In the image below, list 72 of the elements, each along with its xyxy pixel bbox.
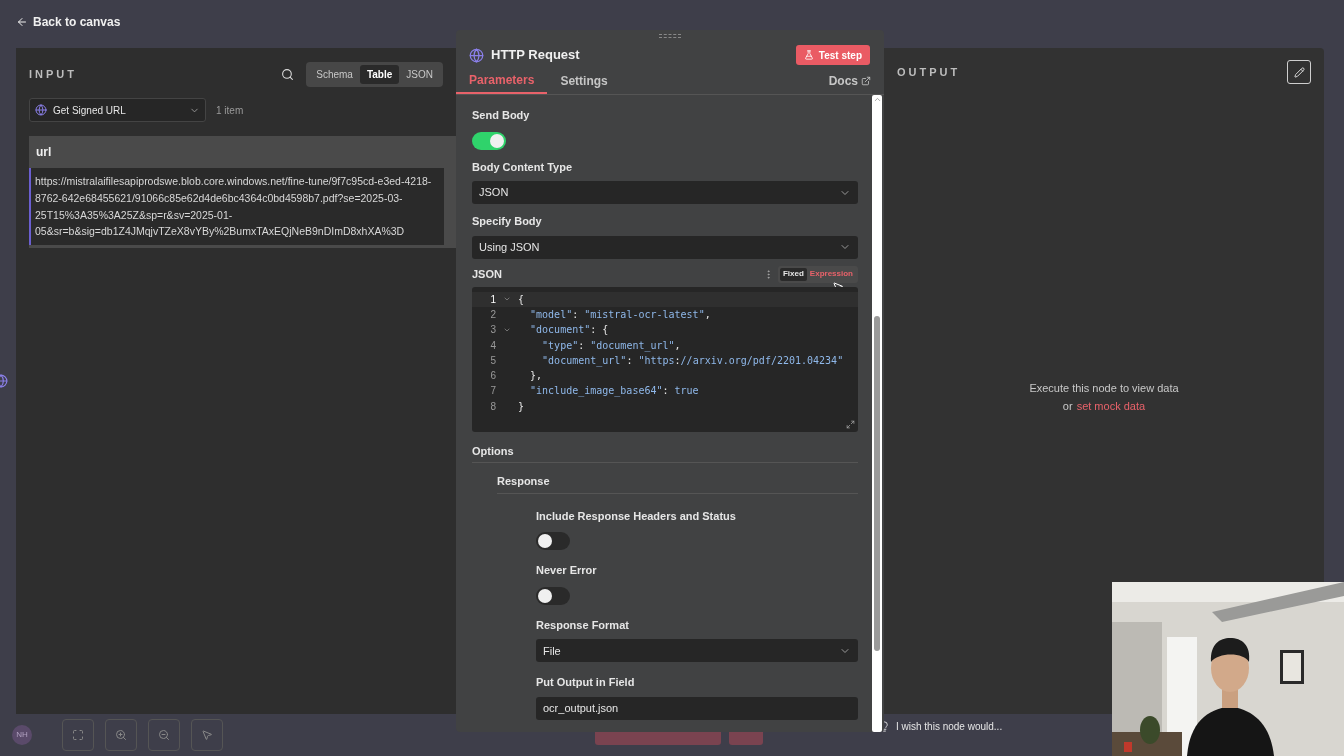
globe-icon — [469, 47, 484, 63]
zoom-out-button[interactable] — [148, 719, 180, 751]
globe-icon — [35, 104, 47, 116]
code-line: }, — [529, 369, 543, 384]
field-label: Include Response Headers and Status — [536, 508, 736, 524]
section-title: Options — [472, 442, 858, 464]
external-link-icon — [861, 76, 871, 86]
fit-view-button[interactable] — [62, 719, 94, 751]
select-field[interactable]: Using JSON — [472, 235, 858, 259]
line-number: 4 — [489, 338, 496, 353]
select-field[interactable]: File — [536, 639, 858, 663]
search-icon[interactable] — [281, 68, 295, 81]
toggle-switch[interactable] — [536, 586, 570, 605]
view-tab[interactable]: Schema — [309, 65, 360, 84]
pointer-icon — [201, 729, 213, 741]
edit-button[interactable] — [1287, 60, 1311, 84]
toggle-switch[interactable] — [472, 131, 506, 150]
back-link[interactable]: Back to canvas — [16, 13, 121, 31]
pointer-button[interactable] — [191, 719, 223, 751]
resize-icon[interactable] — [846, 419, 855, 429]
panel-title: INPUT — [29, 67, 77, 83]
node-select[interactable]: Get Signed URL — [29, 98, 206, 122]
line-number: 5 — [489, 353, 496, 368]
code-line: "type": "document_url", — [541, 338, 681, 353]
view-tab[interactable]: Table — [359, 65, 400, 84]
zoom-out-icon — [158, 729, 170, 741]
pencil-icon — [1293, 66, 1305, 78]
code-line: "include_image_base64": true — [529, 384, 699, 399]
select-field[interactable]: JSON — [472, 181, 858, 204]
column-header: url — [29, 136, 456, 168]
line-number: 6 — [489, 369, 496, 384]
zoom-in-icon — [115, 729, 127, 741]
field-label: Put Output in Field — [536, 675, 636, 691]
input-field[interactable]: ocr_output.json — [536, 696, 858, 720]
line-number: 3 — [489, 323, 496, 338]
field-label: Response Format — [536, 617, 630, 633]
flask-icon — [803, 50, 814, 60]
line-number: 7 — [489, 384, 496, 399]
group-title: Response — [497, 473, 858, 494]
view-tab[interactable]: JSON — [399, 65, 440, 84]
docs-link[interactable]: Docs — [828, 68, 871, 94]
code-line: "document": { — [529, 323, 609, 338]
item-count: 1 item — [216, 103, 244, 118]
code-line: { — [518, 292, 525, 307]
line-number: 1 — [489, 292, 496, 307]
line-number: 2 — [489, 307, 496, 322]
table-cell: https://mistralaifilesapiprodswe.blob.core.windows.net/fine-tune/9f7c95cd-e3ed-4218-8762-642e68455621/91066c85e62d4de6bc4364c0bd4598b7.pdf?se=2025-03-25T15%3A35%3A25Z&sp=r&sv=2025-01-05&sr=b&sig=db1Z4JMqjvTZeX8vYBy%2BumxTAxEQjNeB9nDImD8xhXA%3D — [29, 168, 444, 246]
empty-message: Execute this node to view data — [1029, 381, 1179, 396]
tab[interactable]: Settings — [547, 68, 621, 94]
empty-message: or — [1062, 398, 1073, 414]
code-line: } — [518, 399, 525, 414]
code-line: "document_url": "https://arxiv.org/pdf/2201.04234" — [541, 353, 844, 368]
feedback-text[interactable]: I wish this node would... — [896, 718, 1003, 734]
toggle-switch[interactable] — [536, 532, 570, 551]
drag-handle[interactable] — [659, 34, 681, 38]
panel-title: OUTPUT — [897, 64, 961, 80]
scroll-up-icon[interactable] — [872, 95, 882, 104]
zoom-in-button[interactable] — [105, 719, 137, 751]
field-label: Send Body — [472, 108, 530, 123]
node-title: HTTP Request — [491, 46, 580, 65]
code-editor[interactable]: 1 { 2 "model": "mistral-ocr-latest", 3 "document": { 4 "type": "document_url", 5 "document_url": "https://arxiv.org/pdf/2201.04234" 6 }, 7 "include_image_base64": true 8 } — [472, 286, 858, 432]
mode-tab[interactable]: Fixed — [779, 267, 807, 281]
mock-data-link[interactable]: set mock data — [1076, 397, 1146, 414]
code-line: "model": "mistral-ocr-latest", — [529, 307, 711, 322]
line-number: 8 — [489, 399, 496, 414]
arrow-left-icon — [16, 16, 28, 28]
field-label: JSON — [472, 266, 502, 282]
field-label: Body Content Type — [472, 159, 573, 175]
field-label: Specify Body — [472, 214, 543, 229]
fit-view-icon — [72, 729, 84, 741]
scrollbar[interactable] — [872, 95, 882, 732]
field-label: Never Error — [536, 563, 597, 579]
